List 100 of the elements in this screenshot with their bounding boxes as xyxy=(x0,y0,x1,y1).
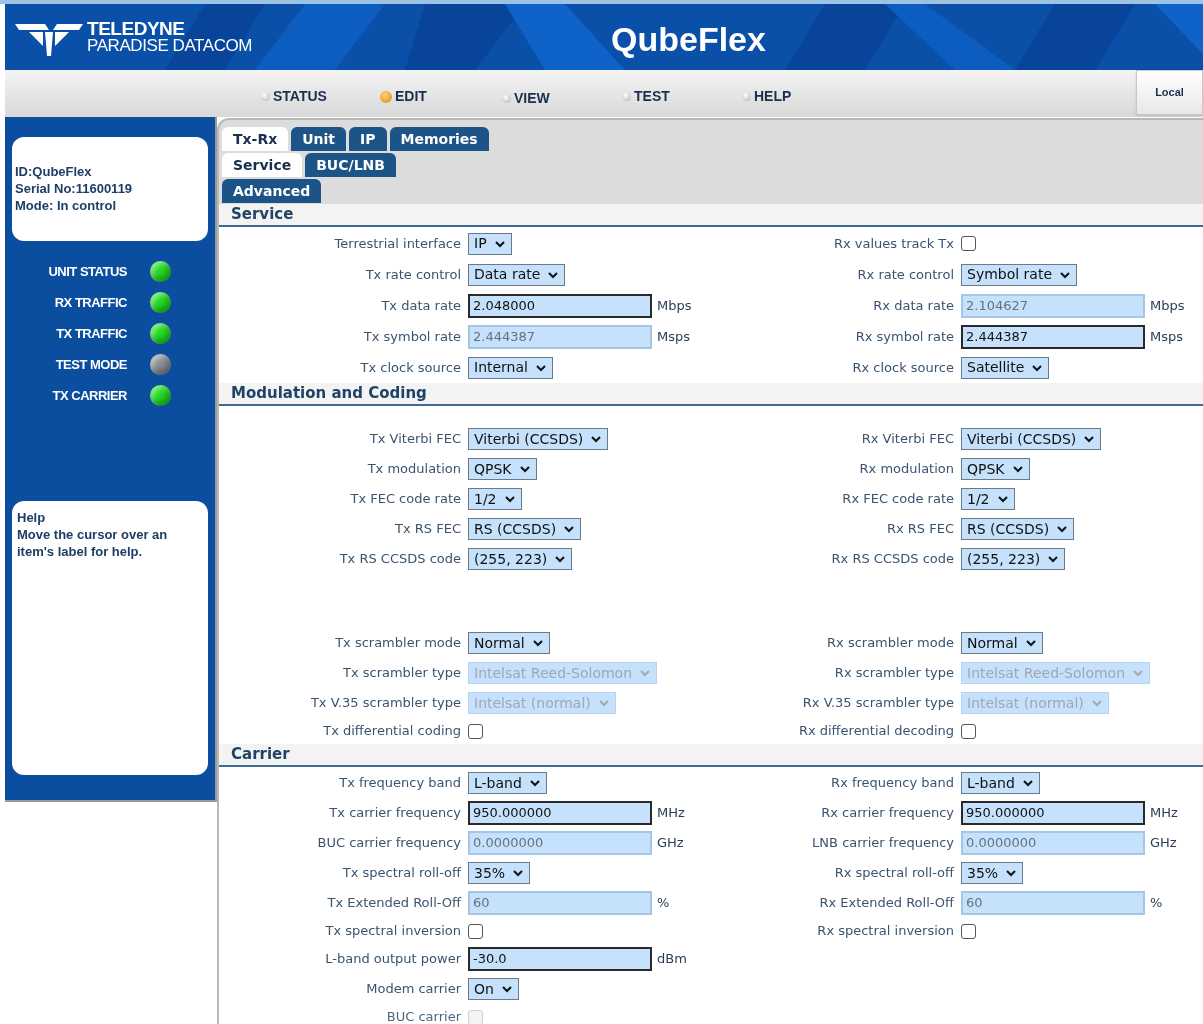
dropdown[interactable]: Data rate xyxy=(468,263,566,286)
unit-label: GHz xyxy=(657,834,684,853)
dropdown[interactable]: L-band xyxy=(468,772,547,794)
field-label: Rx FEC code rate xyxy=(841,490,955,509)
field-label: BUC carrier frequency xyxy=(316,834,462,853)
unit-label: % xyxy=(1150,894,1163,913)
dropdown[interactable]: IP xyxy=(468,232,512,255)
tab[interactable]: IP xyxy=(349,127,387,151)
caret-icon xyxy=(548,269,559,280)
field-label: Rx spectral inversion xyxy=(816,922,955,941)
field-label: Terrestrial interface xyxy=(333,234,462,253)
dropdown[interactable]: Viterbi (CCSDS) xyxy=(468,428,609,450)
field-label: Rx carrier frequency xyxy=(820,804,955,823)
dropdown[interactable]: 1/2 xyxy=(961,488,1015,510)
dropdown[interactable]: Satellite xyxy=(961,356,1050,379)
field-label: Tx scrambler mode xyxy=(334,634,462,653)
field-label: Tx differential coding xyxy=(322,722,462,741)
field-label: L-band output power xyxy=(324,950,462,969)
input-field[interactable]: 2.048000 xyxy=(468,293,652,318)
nav-item[interactable]: TEST xyxy=(622,86,670,107)
caret-icon xyxy=(519,464,530,474)
caret-icon xyxy=(1006,868,1017,878)
dropdown[interactable]: RS (CCSDS) xyxy=(468,518,582,540)
dropdown[interactable]: RS (CCSDS) xyxy=(961,518,1075,540)
logo-icon xyxy=(15,22,83,56)
dropdown[interactable]: 35% xyxy=(468,862,531,884)
dropdown[interactable]: (255, 223) xyxy=(961,548,1066,570)
caret-icon xyxy=(1091,698,1102,708)
caret-icon xyxy=(1025,638,1036,648)
dropdown[interactable]: On xyxy=(468,978,519,1000)
dropdown[interactable]: Normal xyxy=(961,632,1043,654)
caret-icon xyxy=(501,984,512,994)
checkbox[interactable] xyxy=(961,236,976,251)
checkbox[interactable] xyxy=(468,723,483,739)
nav-item[interactable]: VIEW xyxy=(502,88,550,109)
caret-icon xyxy=(555,554,566,564)
checkbox[interactable] xyxy=(468,923,483,939)
unit-label: MHz xyxy=(657,804,685,823)
field-label: Rx V.35 scrambler type xyxy=(801,694,955,713)
dropdown[interactable]: Normal xyxy=(468,632,550,654)
checkbox[interactable] xyxy=(961,723,976,739)
caret-icon xyxy=(598,698,609,708)
nav-item[interactable]: STATUS xyxy=(261,86,327,107)
tab[interactable]: Unit xyxy=(291,127,347,151)
field-label: Rx Extended Roll-Off xyxy=(818,894,956,913)
field-label: Rx RS CCSDS code xyxy=(830,550,955,569)
unit-label: GHz xyxy=(1150,834,1177,853)
status-label: TX CARRIER xyxy=(51,386,127,405)
caret-icon xyxy=(1084,434,1095,444)
caret-icon xyxy=(513,868,524,878)
dropdown[interactable]: Internal xyxy=(468,356,553,379)
input-field[interactable]: 950.000000 xyxy=(468,801,652,825)
dropdown[interactable]: 1/2 xyxy=(468,488,522,510)
dropdown[interactable]: Viterbi (CCSDS) xyxy=(961,428,1102,450)
tab[interactable]: Memories xyxy=(389,127,489,151)
unit-label: Mbps xyxy=(657,296,692,315)
status-label: RX TRAFFIC xyxy=(53,293,127,312)
caret-icon xyxy=(504,494,515,504)
field-label: Rx rate control xyxy=(856,265,955,284)
section-title: Modulation and Coding xyxy=(231,383,427,405)
info-text: ID:QubeFlex xyxy=(15,163,93,180)
unit-label: Mbps xyxy=(1150,296,1185,315)
tab[interactable]: Advanced xyxy=(222,179,322,203)
dropdown[interactable]: Symbol rate xyxy=(961,263,1078,286)
field-label: Tx symbol rate xyxy=(362,327,462,346)
field-label: Tx data rate xyxy=(380,296,462,315)
field-label: Tx Extended Roll-Off xyxy=(326,894,463,913)
dropdown[interactable]: L-band xyxy=(961,772,1040,794)
tab[interactable]: Service xyxy=(222,153,303,177)
local-button[interactable]: Local xyxy=(1136,70,1203,115)
input-field[interactable]: 2.444387 xyxy=(961,324,1145,349)
caret-icon xyxy=(1048,554,1059,564)
field-label: Rx spectral roll-off xyxy=(833,864,956,883)
field-label: Rx differential decoding xyxy=(797,722,955,741)
field-label: Tx frequency band xyxy=(338,774,462,793)
caret-icon xyxy=(1032,362,1043,373)
field-label: Rx Viterbi FEC xyxy=(860,430,955,449)
tab[interactable]: Tx-Rx xyxy=(222,127,289,151)
dropdown[interactable]: (255, 223) xyxy=(468,548,573,570)
tab[interactable]: BUC/LNB xyxy=(305,153,396,177)
dropdown[interactable]: QPSK xyxy=(468,458,537,480)
caret-icon xyxy=(532,638,543,648)
field-label: BUC carrier xyxy=(385,1008,462,1024)
field-label: Tx FEC code rate xyxy=(349,490,462,509)
field-label: Rx values track Tx xyxy=(832,234,955,253)
dropdown[interactable]: QPSK xyxy=(961,458,1030,480)
caret-icon xyxy=(591,434,602,444)
field-label: Rx scrambler mode xyxy=(826,634,955,653)
dropdown[interactable]: 35% xyxy=(961,862,1024,884)
product-title: QubeFlex xyxy=(611,20,766,58)
nav-item[interactable]: EDIT xyxy=(380,86,427,107)
status-label: TEST MODE xyxy=(54,355,127,374)
input-field[interactable]: -30.0 xyxy=(468,947,652,971)
caret-icon xyxy=(529,778,540,788)
field-label: Rx modulation xyxy=(858,460,955,479)
caret-icon xyxy=(535,362,546,373)
caret-icon xyxy=(494,238,505,249)
checkbox[interactable] xyxy=(961,923,976,939)
input-field[interactable]: 950.000000 xyxy=(961,801,1145,825)
nav-item[interactable]: HELP xyxy=(742,86,792,107)
